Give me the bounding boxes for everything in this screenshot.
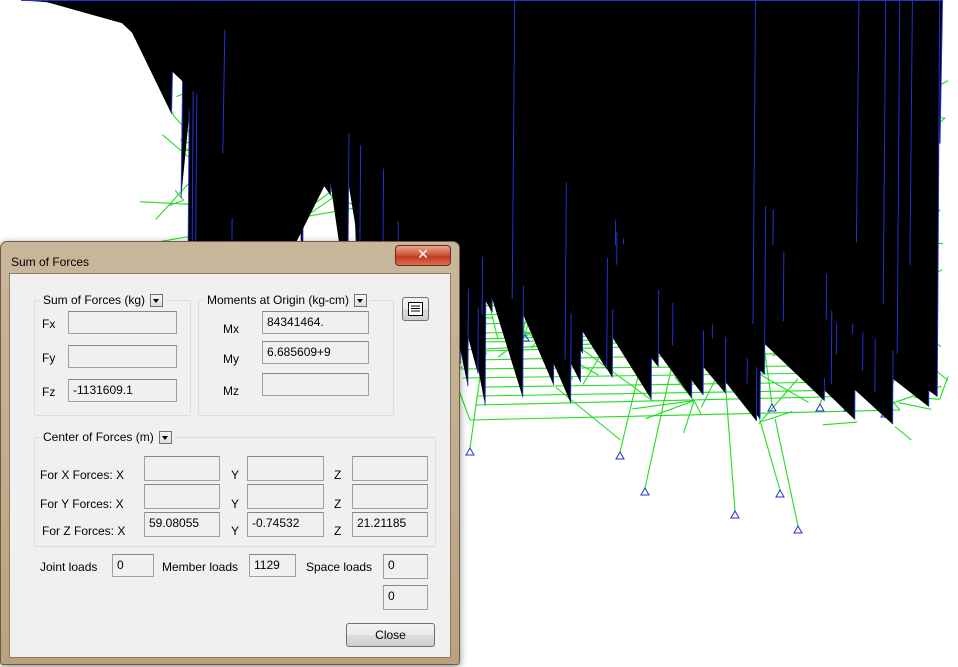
sum-of-forces-dialog: Sum of Forces ✕ Sum of Forces (kg) Fx Fy… bbox=[0, 241, 460, 665]
frame-member bbox=[822, 421, 858, 426]
y-forces-x-field[interactable] bbox=[144, 484, 220, 509]
z-forces-x-field[interactable]: 59.08055 bbox=[144, 512, 220, 537]
y-forces-y-field[interactable] bbox=[247, 484, 324, 509]
z-forces-z-label: Z bbox=[334, 524, 342, 538]
floor-edge bbox=[469, 409, 901, 421]
z-forces-y-field[interactable]: -0.74532 bbox=[247, 512, 324, 537]
mx-field[interactable]: 84341464. bbox=[262, 311, 369, 334]
frame-member bbox=[683, 400, 695, 434]
support-marker bbox=[815, 402, 825, 412]
y-forces-z-label: Z bbox=[334, 497, 342, 511]
y-forces-z-field[interactable] bbox=[352, 484, 428, 509]
frame-member bbox=[894, 426, 912, 441]
frame-member bbox=[476, 395, 846, 406]
z-forces-y-label: Y bbox=[231, 524, 240, 538]
fz-field[interactable]: -1131609.1 bbox=[68, 379, 177, 402]
support-marker bbox=[793, 524, 803, 534]
fx-field[interactable] bbox=[68, 311, 177, 334]
frame-member bbox=[555, 387, 621, 441]
moments-group-label: Moments at Origin (kg-cm) bbox=[207, 293, 350, 307]
close-icon: ✕ bbox=[417, 247, 429, 263]
z-forces-label: For Z Forces: X bbox=[42, 524, 126, 538]
frame-member bbox=[693, 400, 702, 414]
close-button[interactable]: Close bbox=[346, 623, 435, 647]
fy-field[interactable] bbox=[68, 345, 177, 368]
center-of-forces-group-header: Center of Forces (m) bbox=[40, 430, 175, 445]
frame-member bbox=[174, 189, 185, 201]
x-forces-y-field[interactable] bbox=[247, 456, 324, 481]
dialog-client-area: Sum of Forces (kg) Fx Fy Fz -1131609.1 M… bbox=[9, 273, 451, 658]
support-marker bbox=[640, 486, 650, 496]
member-loads-label: Member loads bbox=[162, 560, 239, 574]
fy-label: Fy bbox=[42, 351, 56, 365]
x-forces-label: For X Forces: X bbox=[40, 468, 125, 482]
space-loads-field-2[interactable]: 0 bbox=[383, 585, 428, 610]
list-icon bbox=[408, 302, 423, 316]
center-units-dropdown-button[interactable] bbox=[158, 431, 172, 445]
support-marker bbox=[775, 488, 785, 498]
sum-of-forces-group-header: Sum of Forces (kg) bbox=[40, 293, 167, 308]
x-forces-z-field[interactable] bbox=[352, 456, 428, 481]
fx-label: Fx bbox=[42, 317, 56, 331]
sum-of-forces-group-label: Sum of Forces (kg) bbox=[43, 293, 146, 307]
moments-units-dropdown-button[interactable] bbox=[354, 294, 368, 308]
support-leg bbox=[774, 419, 799, 527]
my-label: My bbox=[223, 352, 239, 366]
support-marker bbox=[730, 509, 740, 519]
support-marker bbox=[615, 450, 625, 460]
joint-loads-label: Joint loads bbox=[40, 560, 98, 574]
x-forces-y-label: Y bbox=[231, 468, 240, 482]
x-forces-z-label: Z bbox=[334, 468, 342, 482]
z-forces-z-field[interactable]: 21.21185 bbox=[352, 512, 428, 537]
print-report-button[interactable] bbox=[402, 297, 429, 321]
space-loads-field-1[interactable]: 0 bbox=[383, 554, 428, 579]
my-field[interactable]: 6.685609+9 bbox=[262, 341, 369, 364]
window-close-button[interactable]: ✕ bbox=[395, 245, 451, 266]
joint-loads-field[interactable]: 0 bbox=[112, 554, 154, 577]
fz-label: Fz bbox=[42, 385, 56, 399]
member-loads-field[interactable]: 1129 bbox=[249, 554, 296, 577]
mx-label: Mx bbox=[223, 322, 239, 336]
sum-units-dropdown-button[interactable] bbox=[150, 294, 164, 308]
y-forces-y-label: Y bbox=[231, 497, 240, 511]
moments-group-header: Moments at Origin (kg-cm) bbox=[204, 293, 371, 308]
space-loads-label: Space loads bbox=[306, 560, 373, 574]
support-marker bbox=[465, 446, 475, 456]
x-forces-x-field[interactable] bbox=[144, 456, 220, 481]
close-button-label: Close bbox=[375, 628, 406, 642]
y-forces-label: For Y Forces: X bbox=[40, 497, 124, 511]
center-of-forces-group-label: Center of Forces (m) bbox=[43, 430, 154, 444]
mz-label: Mz bbox=[223, 384, 239, 398]
mz-field[interactable] bbox=[262, 373, 369, 396]
dialog-title: Sum of Forces bbox=[11, 255, 90, 269]
support-leg bbox=[724, 376, 736, 512]
